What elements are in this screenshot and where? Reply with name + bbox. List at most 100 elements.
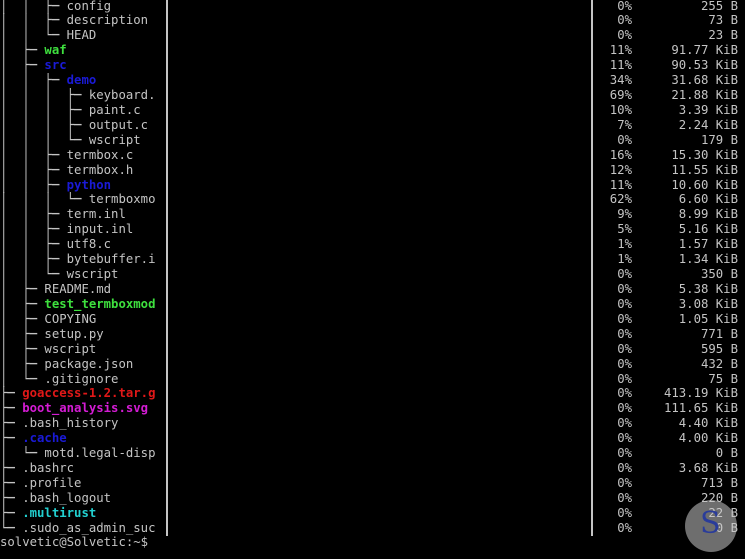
entry-percent: 0%: [617, 296, 632, 311]
tree-branch-lines: │ │ ├─: [0, 147, 67, 163]
tree-row[interactable]: ├─ .profile 0% 713 B: [0, 476, 745, 491]
shell-prompt[interactable]: solvetic@Solvetic:~$: [0, 535, 148, 550]
entry-size: 10.60 KiB: [671, 177, 738, 192]
tree-branch-lines: │ ├─: [0, 356, 45, 372]
tree-branch-lines: │ └─: [0, 371, 45, 387]
tree-row[interactable]: │ ├─ package.json 0% 432 B: [0, 357, 745, 372]
tree-row[interactable]: │ │ ├─ demo 34% 31.68 KiB: [0, 73, 745, 88]
tree-branch-lines: │ │ └─: [0, 267, 67, 283]
tree-branch-lines: │ ├─: [0, 58, 45, 74]
tree-row[interactable]: ├─ .multirust0%22 B: [0, 506, 745, 521]
entry-percent: 0%: [617, 490, 632, 505]
entry-percent: 0%: [617, 341, 632, 356]
tree-branch-lines: │ │ ├─: [0, 73, 67, 89]
entry-size: 11.55 KiB: [671, 162, 738, 177]
entry-name: wscript: [44, 341, 97, 356]
entry-percent: 1%: [617, 252, 632, 267]
terminal-window[interactable]: │ │ ├─ config 0% 255 B │ │ ├─ description 0%…: [0, 0, 745, 559]
tree-entry: │ │ ├─ config: [0, 0, 164, 14]
tree-row[interactable]: │ │ ├─ termbox.h 12% 11.55 KiB: [0, 163, 745, 178]
tree-row[interactable]: │ │ │ └─ termboxmo 62% 6.60 KiB: [0, 192, 745, 207]
entry-size: 0 B: [715, 446, 738, 461]
tree-entry: │ │ │ ├─ keyboard.: [0, 88, 164, 103]
entry-percent: 0%: [617, 505, 632, 520]
tree-branch-lines: │ │ │ ├─: [0, 117, 89, 133]
tree-row[interactable]: ├─ .bash_logout 0% 220 B: [0, 491, 745, 506]
tree-row[interactable]: │ │ ├─ description 0% 73 B: [0, 13, 745, 28]
entry-size: 1.57 KiB: [678, 237, 738, 252]
entry-name: motd.legal-disp: [44, 446, 156, 461]
tree-row[interactable]: │ ├─ test_termboxmod 0% 3.08 KiB: [0, 297, 745, 312]
tree-entry: ├─ .bash_history: [0, 416, 164, 431]
entry-name: input.inl: [66, 222, 134, 237]
entry-name: README.md: [44, 281, 112, 296]
tree-row[interactable]: │ ├─ README.md 0% 5.38 KiB: [0, 282, 745, 297]
entry-percent: 0%: [617, 461, 632, 476]
tree-row[interactable]: │ ├─ setup.py 0% 771 B: [0, 327, 745, 342]
tree-row[interactable]: │ │ │ ├─ output.c 7% 2.24 KiB: [0, 118, 745, 133]
tree-row[interactable]: │ │ ├─ bytebuffer.i 1% 1.34 KiB: [0, 252, 745, 267]
tree-row[interactable]: └─ .sudo_as_admin_suc0%0 B: [0, 521, 745, 536]
tree-row[interactable]: │ ├─ COPYING 0% 1.05 KiB: [0, 312, 745, 327]
entry-name: utf8.c: [66, 237, 112, 252]
tree-row[interactable]: │ │ │ └─ wscript 0% 179 B: [0, 133, 745, 148]
tree-entry: │ ├─ package.json: [0, 357, 164, 372]
entry-size: 255 B: [700, 0, 738, 13]
entry-name: paint.c: [88, 102, 141, 117]
entry-percent: 11%: [609, 43, 632, 58]
tree-row[interactable]: │ │ └─ wscript 0% 350 B: [0, 267, 745, 282]
entry-size: 179 B: [700, 132, 738, 147]
tree-row[interactable]: │ │ ├─ utf8.c 1% 1.57 KiB: [0, 237, 745, 252]
tree-row[interactable]: │ │ ├─ termbox.c 16% 15.30 KiB: [0, 148, 745, 163]
tree-entry: │ │ ├─ bytebuffer.i: [0, 252, 164, 267]
tree-row[interactable]: │ └─ motd.legal-disp 0% 0 B: [0, 446, 745, 461]
tree-branch-lines: ├─: [0, 461, 23, 477]
tree-row[interactable]: │ │ ├─ input.inl 5% 5.16 KiB: [0, 222, 745, 237]
tree-row[interactable]: ├─ goaccess-1.2.tar.g 0% 413.19 KiB: [0, 386, 745, 401]
entry-size: 4.40 KiB: [678, 416, 738, 431]
tree-entry: │ ├─ wscript: [0, 342, 164, 357]
tree-entry: │ │ ├─ demo: [0, 73, 164, 88]
tree-row[interactable]: │ ├─ waf 11% 91.77 KiB: [0, 43, 745, 58]
entry-size: 90.53 KiB: [671, 58, 738, 73]
tree-branch-lines: │ ├─: [0, 341, 45, 357]
tree-branch-lines: ├─: [0, 431, 23, 447]
entry-name: keyboard.: [88, 88, 156, 103]
tree-row[interactable]: │ │ │ ├─ paint.c 10% 3.39 KiB: [0, 103, 745, 118]
tree-row[interactable]: │ ├─ src 11% 90.53 KiB: [0, 58, 745, 73]
entry-name: output.c: [88, 117, 149, 132]
entry-size: 3.68 KiB: [678, 461, 738, 476]
tree-entry: ├─ boot_analysis.svg: [0, 401, 164, 416]
tree-row[interactable]: ├─ boot_analysis.svg 0% 111.65 KiB: [0, 401, 745, 416]
entry-size: 8.99 KiB: [678, 207, 738, 222]
entry-name: bytebuffer.i: [66, 252, 156, 267]
tree-entry: │ │ │ ├─ paint.c: [0, 103, 164, 118]
tree-row[interactable]: │ │ ├─ python 11% 10.60 KiB: [0, 178, 745, 193]
entry-size: 111.65 KiB: [663, 401, 738, 416]
entry-percent: 0%: [617, 446, 632, 461]
tree-row[interactable]: │ │ └─ HEAD 0% 23 B: [0, 28, 745, 43]
entry-name: wscript: [66, 267, 119, 282]
entry-percent: 0%: [617, 28, 632, 43]
tree-branch-lines: │ ├─: [0, 326, 45, 342]
tree-entry: └─ .sudo_as_admin_suc: [0, 521, 164, 536]
entry-name: .bashrc: [22, 461, 75, 476]
tree-entry: │ │ │ └─ wscript: [0, 133, 164, 148]
entry-size: 432 B: [700, 356, 738, 371]
tree-row[interactable]: │ └─ .gitignore 0% 75 B: [0, 372, 745, 387]
entry-size: 23 B: [708, 28, 738, 43]
tree-row[interactable]: ├─ .bashrc 0% 3.68 KiB: [0, 461, 745, 476]
tree-row[interactable]: │ │ ├─ term.inl 9% 8.99 KiB: [0, 207, 745, 222]
tree-entry: │ └─ .gitignore: [0, 372, 164, 387]
entry-size: 771 B: [700, 326, 738, 341]
entry-name: .cache: [22, 431, 67, 446]
entry-name: .bash_history: [22, 416, 119, 431]
entry-size: 91.77 KiB: [671, 43, 738, 58]
entry-size: 5.38 KiB: [678, 281, 738, 296]
tree-row[interactable]: ├─ .bash_history 0% 4.40 KiB: [0, 416, 745, 431]
logo-glyph: S: [700, 506, 721, 541]
tree-row[interactable]: │ ├─ wscript 0% 595 B: [0, 342, 745, 357]
tree-row[interactable]: ├─ .cache 0% 4.00 KiB: [0, 431, 745, 446]
tree-row[interactable]: │ │ ├─ config 0% 255 B: [0, 0, 745, 14]
tree-row[interactable]: │ │ │ ├─ keyboard. 69% 21.88 KiB: [0, 88, 745, 103]
